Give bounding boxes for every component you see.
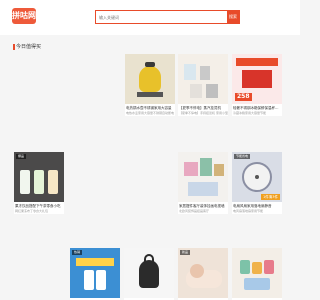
price-tag: 258: [235, 93, 252, 101]
promo-banner: [76, 258, 114, 266]
product-image: [124, 248, 174, 298]
product-image: 爆品: [14, 152, 64, 202]
promo-banner: [236, 58, 278, 66]
product-box: [184, 64, 196, 80]
search-button[interactable]: 搜索: [227, 11, 239, 23]
product-card[interactable]: 家居摆件客厅装饰挂画电视墙 北欧风装饰画挂画客厅: [178, 152, 228, 214]
section-accent-bar: [13, 44, 15, 50]
backpack-shape: [139, 260, 159, 288]
product-desc: 北欧风装饰画挂画客厅: [179, 209, 210, 213]
cup-shape: [48, 170, 58, 194]
search-bar: 搜索: [95, 10, 240, 24]
art-piece: [214, 164, 224, 176]
search-input[interactable]: [96, 11, 224, 23]
product-title: 【夏季不停电】蒸汽挂烫机: [179, 106, 221, 110]
product-card[interactable]: [232, 248, 282, 300]
kettle-lid: [145, 62, 155, 67]
cup-shape: [20, 170, 30, 194]
appliance-shape: [242, 70, 272, 88]
product-card[interactable]: 258 轻奢不锈钢冰箱保鲜保温杯套装 冷藏冰箱家用大容量节能: [232, 54, 282, 116]
product-card[interactable]: 新品: [178, 248, 228, 300]
product-title: 果冻饮品搭配下午茶零食小吃: [15, 204, 61, 208]
kettle-shape: [139, 66, 161, 92]
bottle-shape: [84, 270, 94, 290]
art-piece: [184, 162, 198, 176]
product-chip: 新品: [180, 250, 191, 255]
product-card[interactable]: 热销: [70, 248, 120, 300]
fan-hub: [255, 175, 259, 179]
product-image: 热销: [70, 248, 120, 298]
product-chip: 节能省电: [234, 154, 251, 159]
product-chip: 热销: [72, 250, 83, 255]
toy-block: [240, 260, 250, 274]
art-piece: [188, 182, 218, 196]
toy-block: [264, 260, 274, 274]
baby-shape: [190, 264, 204, 278]
product-desc: 网红果冻布丁零食大礼包: [15, 209, 49, 213]
product-box: [200, 66, 210, 80]
product-desc: 电热水壶家用大容量不锈钢自动断电: [126, 111, 175, 115]
product-image: [125, 54, 175, 104]
product-title: 电热锅水壶不锈钢家用大容量: [126, 106, 172, 110]
art-piece: [200, 158, 212, 176]
kettle-base: [137, 92, 163, 97]
cup-shape: [34, 170, 44, 194]
top-header: 拼咕网 搜索: [0, 0, 300, 35]
promo-chip: 1件清3件: [261, 194, 280, 200]
product-box: [206, 84, 218, 98]
product-image: 新品: [178, 248, 228, 298]
product-image: [232, 248, 282, 298]
toy-block: [252, 262, 262, 274]
product-desc: 冷藏冰箱家用大容量节能: [233, 111, 267, 115]
product-desc: 电风扇落地扇家用节能: [233, 209, 264, 213]
product-title: 轻奢不锈钢冰箱保鲜保温杯套装: [233, 106, 282, 110]
product-image: [178, 54, 228, 104]
backpack-handle: [144, 254, 154, 262]
toy-block: [244, 278, 270, 290]
section-title: 今日值得买: [16, 44, 42, 50]
product-desc: 【夏季不停电】手持挂烫机 家用小型: [179, 111, 228, 115]
product-chip: 爆品: [16, 154, 27, 159]
bottle-shape: [96, 270, 106, 290]
product-title: 电扇风扇家用落地扇静音: [233, 204, 272, 208]
product-card[interactable]: 电热锅水壶不锈钢家用大容量 电热水壶家用大容量不锈钢自动断电: [125, 54, 175, 116]
product-card[interactable]: 【夏季不停电】蒸汽挂烫机 【夏季不停电】手持挂烫机 家用小型: [178, 54, 228, 116]
product-box: [190, 84, 202, 98]
product-image: 节能省电 1件清3件: [232, 152, 282, 202]
product-image: [178, 152, 228, 202]
product-card[interactable]: 爆品 果冻饮品搭配下午茶零食小吃 网红果冻布丁零食大礼包: [14, 152, 64, 214]
product-card[interactable]: [124, 248, 174, 300]
product-card[interactable]: 节能省电 1件清3件 电扇风扇家用落地扇静音 电风扇落地扇家用节能: [232, 152, 282, 214]
product-image: 258: [232, 54, 282, 104]
product-title: 家居摆件客厅装饰挂画电视墙: [179, 204, 225, 208]
site-logo[interactable]: 拼咕网: [12, 8, 36, 24]
